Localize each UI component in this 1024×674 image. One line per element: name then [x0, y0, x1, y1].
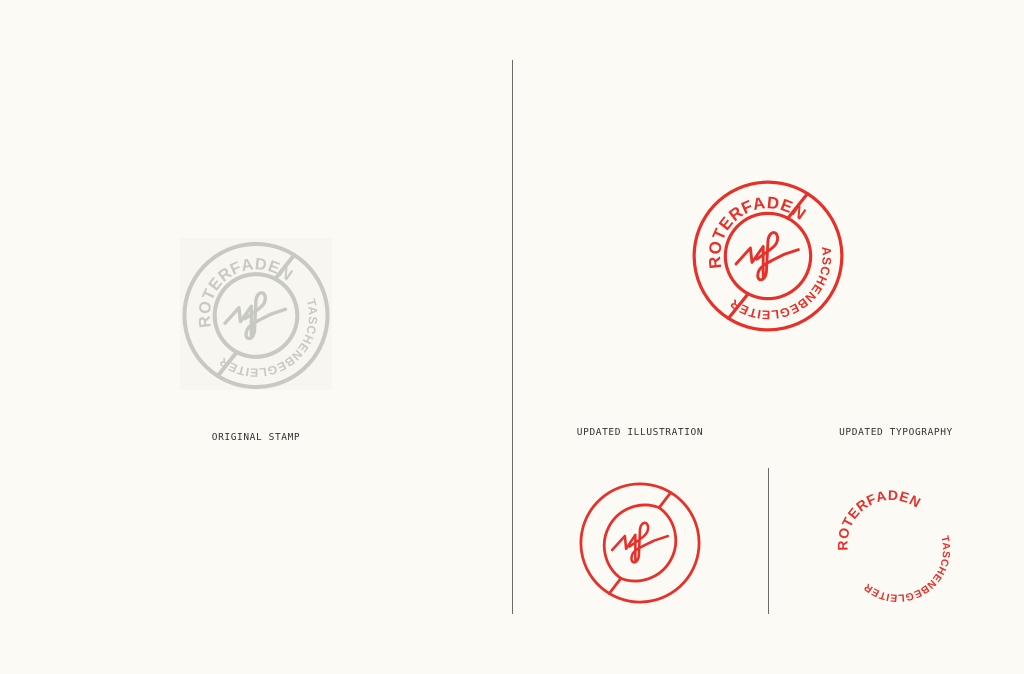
caption-original-stamp: ORIGINAL STAMP [211, 432, 301, 443]
caption-updated-illustration: UPDATED ILLUSTRATION [576, 427, 704, 438]
ligature-mark [610, 521, 670, 564]
caption-updated-typography: UPDATED TYPOGRAPHY [839, 427, 953, 438]
logo-text-bottom: TASCHENBEGLEITER [862, 535, 950, 603]
updated-logo-svg: ROTERFADEN TASCHENBEGLEITER [684, 165, 844, 332]
typography-svg: ROTERFADEN TASCHENBEGLEITER [834, 487, 951, 603]
updated-logo-main: ROTERFADEN TASCHENBEGLEITER [684, 165, 848, 336]
sub-divider [768, 468, 769, 614]
original-stamp-svg: ROTERFADEN TASCHENBEGLEITER [182, 241, 330, 390]
ligature-mark [734, 231, 800, 282]
main-divider [512, 60, 513, 614]
updated-typography-logo: ROTERFADEN TASCHENBEGLEITER [834, 487, 954, 606]
svg-text:ROTERFADEN: ROTERFADEN [834, 487, 924, 551]
svg-text:TASCHENBEGLEITER: TASCHENBEGLEITER [862, 535, 951, 603]
ligature-mark [223, 291, 288, 341]
logo-text-top: ROTERFADEN [834, 487, 923, 551]
original-stamp-logo: ROTERFADEN TASCHENBEGLEITER [176, 238, 336, 393]
illustration-svg [579, 482, 701, 604]
updated-illustration-logo [579, 482, 701, 604]
